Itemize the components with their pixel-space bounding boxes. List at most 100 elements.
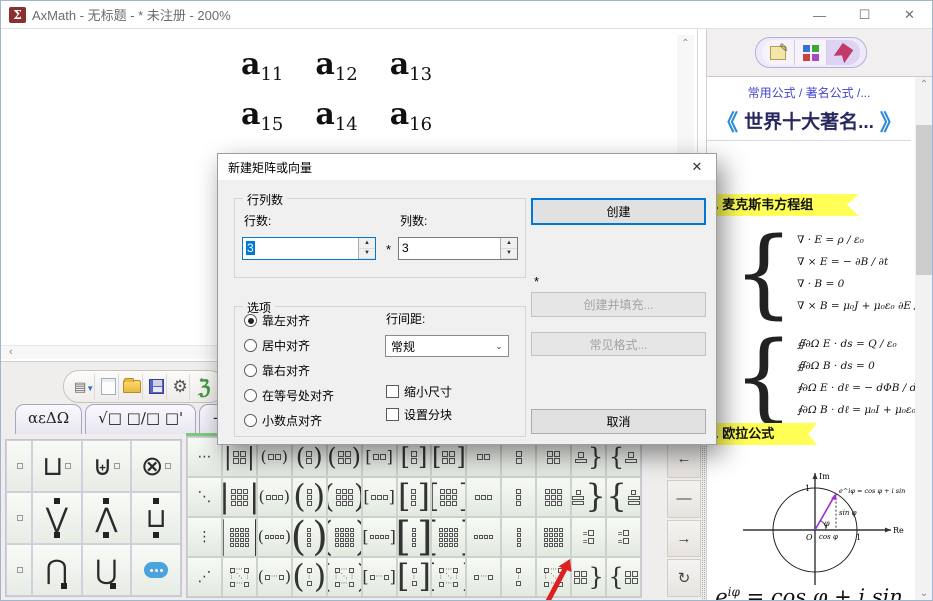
- radio-icon[interactable]: [244, 389, 257, 402]
- settings-button[interactable]: ⚙: [171, 374, 191, 400]
- radio-icon[interactable]: [244, 339, 257, 352]
- palette-cell[interactable]: ⋁: [32, 492, 82, 544]
- matrix-template-cell[interactable]: ==: [571, 517, 606, 557]
- extra-tool-button[interactable]: ℨ: [194, 374, 214, 400]
- radio-icon[interactable]: [244, 364, 257, 377]
- breadcrumb[interactable]: 常用公式 / 著名公式 /...: [707, 84, 911, 101]
- radio-2[interactable]: 靠右对齐: [244, 362, 310, 379]
- palette-cell[interactable]: [6, 492, 32, 544]
- dialog-title-bar[interactable]: 新建矩阵或向量 ✕: [218, 154, 716, 180]
- tab-1[interactable]: √□ □∕□ □': [85, 404, 196, 434]
- matrix-template-cell[interactable]: ==: [606, 517, 641, 557]
- matrix-template-cell[interactable]: []: [397, 517, 432, 557]
- row-spacing-select[interactable]: 常规 ⌄: [385, 335, 509, 357]
- open-button[interactable]: [123, 374, 143, 400]
- dialog-close-button[interactable]: ✕: [678, 154, 716, 180]
- scrollbar-thumb[interactable]: [916, 125, 932, 275]
- radio-0[interactable]: 靠左对齐: [244, 312, 310, 329]
- window-minimize-button[interactable]: —: [797, 1, 842, 29]
- matrix-template-cell[interactable]: ⋰: [187, 557, 222, 597]
- cols-input[interactable]: 3 ▲▼: [398, 237, 518, 260]
- matrix-template-cell[interactable]: ⋮: [501, 557, 536, 597]
- dash-button[interactable]: —: [667, 480, 701, 518]
- matrix-template-cell[interactable]: (): [257, 517, 292, 557]
- euler-formula-1[interactable]: eiφ = cos φ + i sin φ: [707, 585, 911, 601]
- cols-spinner[interactable]: ▲▼: [500, 238, 517, 259]
- matrix-template-cell[interactable]: [501, 477, 536, 517]
- palette-cell[interactable]: ⋂: [32, 544, 82, 596]
- matrix-template-cell[interactable]: }: [571, 557, 606, 597]
- radio-icon[interactable]: [244, 314, 257, 327]
- tab-0[interactable]: αεΔΩ: [15, 404, 82, 434]
- window-maximize-button[interactable]: ☐: [842, 1, 887, 29]
- arrow-left-button[interactable]: ←: [667, 440, 701, 478]
- arrow-right-button[interactable]: →: [667, 520, 701, 558]
- palette-cell[interactable]: ⊗: [131, 440, 181, 492]
- checkbox-1[interactable]: 设置分块: [386, 406, 452, 423]
- matrix-template-cell[interactable]: [501, 517, 536, 557]
- cancel-button[interactable]: 取消: [531, 409, 706, 434]
- radio-icon[interactable]: [244, 414, 257, 427]
- palette-cell[interactable]: [6, 544, 32, 596]
- radio-3[interactable]: 在等号处对齐: [244, 387, 334, 404]
- matrix-template-cell[interactable]: (): [327, 517, 362, 557]
- scroll-up-icon[interactable]: ⌃: [677, 38, 694, 49]
- scroll-down-icon[interactable]: ⌄: [915, 588, 933, 599]
- matrix-template-cell[interactable]: (): [292, 477, 327, 517]
- prev-page-icon[interactable]: 《: [716, 105, 738, 137]
- menu-button[interactable]: ▤▼: [74, 374, 95, 400]
- maxwell-differential-group[interactable]: {∇ · E = ρ ∕ ε₀∇ × E = − ∂B ∕ ∂t∇ · B = …: [733, 217, 931, 329]
- matrix-template-cell[interactable]: ||: [222, 477, 257, 517]
- matrix-template-cell[interactable]: ⋱: [187, 477, 222, 517]
- matrix-template-cell[interactable]: [536, 517, 571, 557]
- matrix-template-cell[interactable]: [466, 477, 501, 517]
- save-button[interactable]: [147, 374, 167, 400]
- matrix-template-cell[interactable]: []: [397, 477, 432, 517]
- matrix-template-cell[interactable]: (⋮): [292, 557, 327, 597]
- comment-button[interactable]: [131, 544, 181, 596]
- matrix-template-cell[interactable]: (⋯⋮⋱⋮⋯): [327, 557, 362, 597]
- matrix-template-cell[interactable]: ⋯⋮⋱⋮⋯: [536, 557, 571, 597]
- matrix-template-cell[interactable]: [⋯⋮⋱⋮⋯]: [431, 557, 466, 597]
- symbol-library-button[interactable]: [795, 40, 828, 65]
- scroll-left-icon[interactable]: ‹: [9, 346, 13, 358]
- palette-cell[interactable]: ⊔: [131, 492, 181, 544]
- matrix-template-cell[interactable]: []: [362, 477, 397, 517]
- matrix-template-cell[interactable]: []: [431, 477, 466, 517]
- matrix-template-cell[interactable]: (): [292, 517, 327, 557]
- library-scrollbar[interactable]: ⌃ ⌄: [915, 77, 933, 601]
- next-page-icon[interactable]: 》: [880, 105, 902, 137]
- palette-cell[interactable]: ⋃: [82, 544, 132, 596]
- rotate-button[interactable]: ↻: [667, 559, 701, 597]
- matrix-template-cell[interactable]: {: [606, 557, 641, 597]
- matrix-template-cell[interactable]: [466, 517, 501, 557]
- rows-input[interactable]: 3 ▲▼: [242, 237, 376, 260]
- handwriting-button[interactable]: [762, 40, 795, 65]
- create-button[interactable]: 创建: [531, 198, 706, 225]
- palette-cell[interactable]: ⊎: [82, 440, 132, 492]
- matrix-template-cell[interactable]: ||: [222, 517, 257, 557]
- matrix-template-cell[interactable]: (): [327, 477, 362, 517]
- matrix-template-cell[interactable]: []: [431, 517, 466, 557]
- matrix-template-cell[interactable]: }: [571, 477, 606, 517]
- matrix-template-cell[interactable]: ⋮: [187, 517, 222, 557]
- checkbox-0[interactable]: 缩小尺寸: [386, 383, 452, 400]
- matrix-template-cell[interactable]: (⋯): [257, 557, 292, 597]
- bookmark-button[interactable]: [827, 40, 860, 65]
- maxwell-integral-group[interactable]: {∯∂Ω E · ds = Q ∕ ε₀∯∂Ω B · ds = 0∮∂Ω E …: [733, 321, 933, 433]
- radio-1[interactable]: 居中对齐: [244, 337, 310, 354]
- rows-spinner[interactable]: ▲▼: [358, 238, 375, 259]
- matrix-template-cell[interactable]: []: [362, 517, 397, 557]
- new-document-button[interactable]: [99, 374, 119, 400]
- palette-cell[interactable]: [6, 440, 32, 492]
- matrix-template-cell[interactable]: |⋯⋮⋱⋮⋯|: [222, 557, 257, 597]
- palette-cell[interactable]: ⋀: [82, 492, 132, 544]
- matrix-template-cell[interactable]: [⋯]: [362, 557, 397, 597]
- matrix-template-cell[interactable]: {: [606, 477, 641, 517]
- window-close-button[interactable]: ✕: [887, 1, 932, 29]
- checkbox-icon[interactable]: [386, 385, 399, 398]
- matrix-template-cell[interactable]: [536, 477, 571, 517]
- checkbox-icon[interactable]: [386, 408, 399, 421]
- matrix-template-cell[interactable]: (): [257, 477, 292, 517]
- matrix-template-cell[interactable]: [⋮]: [397, 557, 432, 597]
